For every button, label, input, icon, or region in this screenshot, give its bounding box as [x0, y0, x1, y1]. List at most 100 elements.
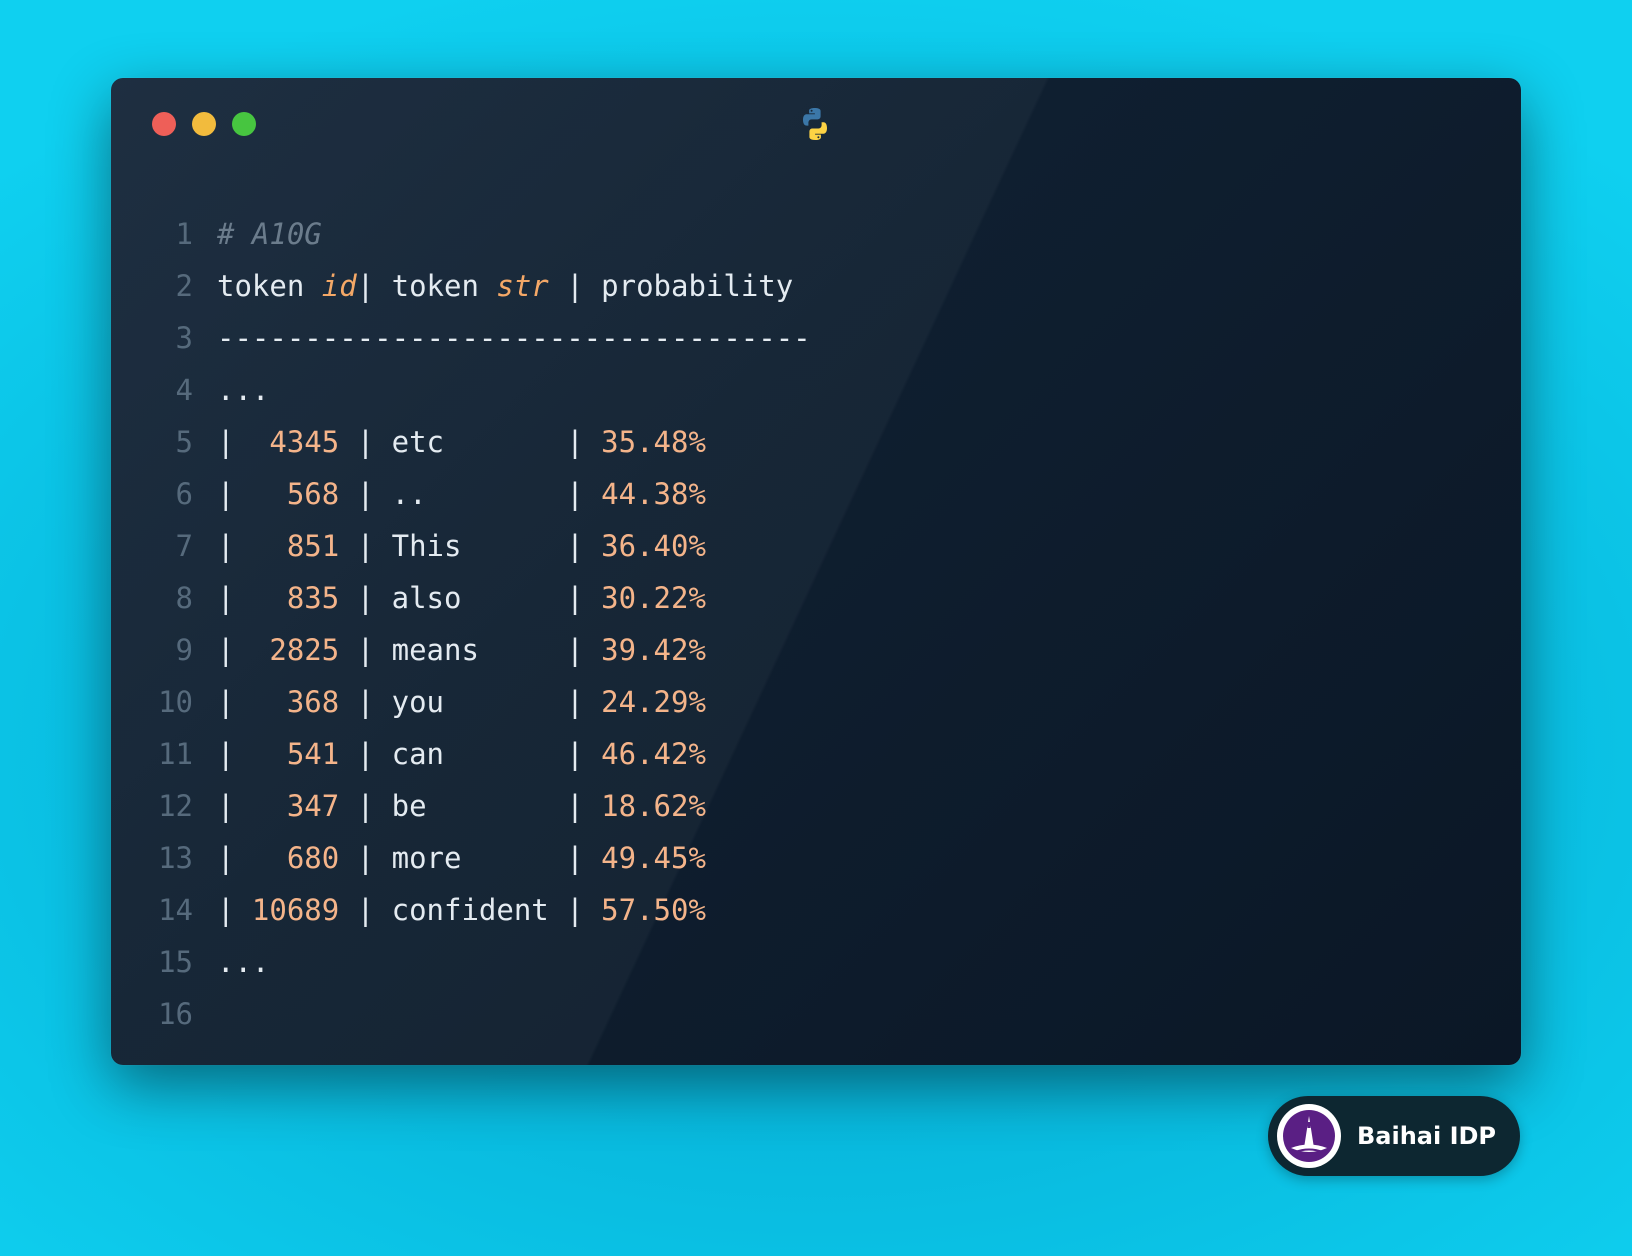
code-line: 2 token id| token str | probability — [111, 260, 1521, 312]
line-content: | 10689 | confident | 57.50% — [217, 884, 706, 936]
token-id: 368 — [251, 685, 340, 719]
token-str: .. — [391, 477, 549, 511]
token-str: can — [391, 737, 549, 771]
line-number: 11 — [158, 737, 193, 771]
code-line: 10 | 368 | you | 24.29% — [111, 676, 1521, 728]
code-line: 8 | 835 | also | 30.22% — [111, 572, 1521, 624]
pipe: | — [548, 633, 602, 667]
pipe: | — [339, 789, 392, 823]
brand-label: Baihai IDP — [1357, 1122, 1497, 1150]
pipe: | — [217, 685, 252, 719]
pipe: | — [548, 893, 602, 927]
code-line: 11 | 541 | can | 46.42% — [111, 728, 1521, 780]
code-window: 1 # A10G 2 token id| token str | probabilit… — [111, 78, 1521, 1065]
token-probability: 24.29% — [601, 685, 706, 719]
code-line: 7 | 851 | This | 36.40% — [111, 520, 1521, 572]
pipe: | — [548, 789, 602, 823]
token-probability: 39.42% — [601, 633, 706, 667]
header-text: | probability — [548, 269, 794, 303]
pipe: | — [217, 581, 252, 615]
line-content: | 541 | can | 46.42% — [217, 728, 706, 780]
pipe: | — [548, 425, 602, 459]
line-content: ... — [217, 936, 269, 988]
pipe: | — [548, 685, 602, 719]
code-line: 9 | 2825 | means | 39.42% — [111, 624, 1521, 676]
code-text: ---------------------------------- — [217, 321, 811, 355]
code-line: 12 | 347 | be | 18.62% — [111, 780, 1521, 832]
pipe: | — [217, 425, 252, 459]
code-text: ... — [217, 373, 270, 407]
token-id: 4345 — [251, 425, 340, 459]
pipe: | — [217, 633, 252, 667]
header-keyword: str — [496, 269, 549, 303]
pipe: | — [548, 581, 602, 615]
pipe: | — [339, 529, 392, 563]
token-str: etc — [391, 425, 549, 459]
pipe: | — [339, 477, 392, 511]
token-str: confident — [391, 893, 549, 927]
pipe: | — [339, 581, 392, 615]
line-number: 10 — [158, 685, 193, 719]
pipe: | — [339, 841, 392, 875]
line-number: 7 — [175, 529, 193, 563]
code-line: 6 | 568 | .. | 44.38% — [111, 468, 1521, 520]
maximize-button[interactable] — [232, 112, 256, 136]
token-str: you — [391, 685, 549, 719]
close-button[interactable] — [152, 112, 176, 136]
token-probability: 35.48% — [601, 425, 706, 459]
line-number: 4 — [175, 373, 193, 407]
line-content: | 568 | .. | 44.38% — [217, 468, 706, 520]
code-text: ... — [217, 945, 270, 979]
pipe: | — [217, 789, 252, 823]
token-str: more — [391, 841, 549, 875]
header-text: token — [217, 269, 322, 303]
token-id: 851 — [251, 529, 340, 563]
line-number: 15 — [158, 945, 193, 979]
token-id: 10689 — [251, 893, 340, 927]
pipe: | — [548, 841, 602, 875]
line-content: ---------------------------------- — [217, 312, 811, 364]
python-icon — [803, 108, 827, 140]
token-id: 835 — [251, 581, 340, 615]
token-probability: 49.45% — [601, 841, 706, 875]
token-id: 541 — [251, 737, 340, 771]
line-content: token id| token str | probability — [217, 260, 793, 312]
pipe: | — [548, 529, 602, 563]
brand-badge: Baihai IDP — [1268, 1096, 1520, 1176]
line-content: | 368 | you | 24.29% — [217, 676, 706, 728]
header-keyword: id — [321, 269, 357, 303]
pipe: | — [339, 685, 392, 719]
baihai-logo-icon — [1277, 1104, 1341, 1168]
line-content: | 851 | This | 36.40% — [217, 520, 706, 572]
pipe: | — [217, 737, 252, 771]
token-id: 680 — [251, 841, 340, 875]
line-content: | 2825 | means | 39.42% — [217, 624, 706, 676]
line-content: | 680 | more | 49.45% — [217, 832, 706, 884]
code-comment: # A10G — [217, 217, 322, 251]
pipe: | — [339, 633, 392, 667]
code-editor[interactable]: 1 # A10G 2 token id| token str | probabilit… — [111, 208, 1521, 1040]
pipe: | — [217, 841, 252, 875]
line-number: 8 — [175, 581, 193, 615]
line-number: 2 — [175, 269, 193, 303]
pipe: | — [548, 737, 602, 771]
line-number: 9 — [175, 633, 193, 667]
code-line: 1 # A10G — [111, 208, 1521, 260]
pipe: | — [217, 893, 252, 927]
token-probability: 36.40% — [601, 529, 706, 563]
code-line: 5 | 4345 | etc | 35.48% — [111, 416, 1521, 468]
line-content: # A10G — [217, 208, 322, 260]
line-number: 14 — [158, 893, 193, 927]
minimize-button[interactable] — [192, 112, 216, 136]
line-number: 12 — [158, 789, 193, 823]
line-content: ... — [217, 364, 269, 416]
pipe: | — [217, 477, 252, 511]
window-controls — [152, 112, 256, 136]
pipe: | — [217, 529, 252, 563]
line-number: 6 — [175, 477, 193, 511]
line-number: 16 — [158, 997, 193, 1031]
token-id: 2825 — [251, 633, 340, 667]
code-line: 14 | 10689 | confident | 57.50% — [111, 884, 1521, 936]
code-line: 3 ---------------------------------- — [111, 312, 1521, 364]
token-str: This — [391, 529, 549, 563]
